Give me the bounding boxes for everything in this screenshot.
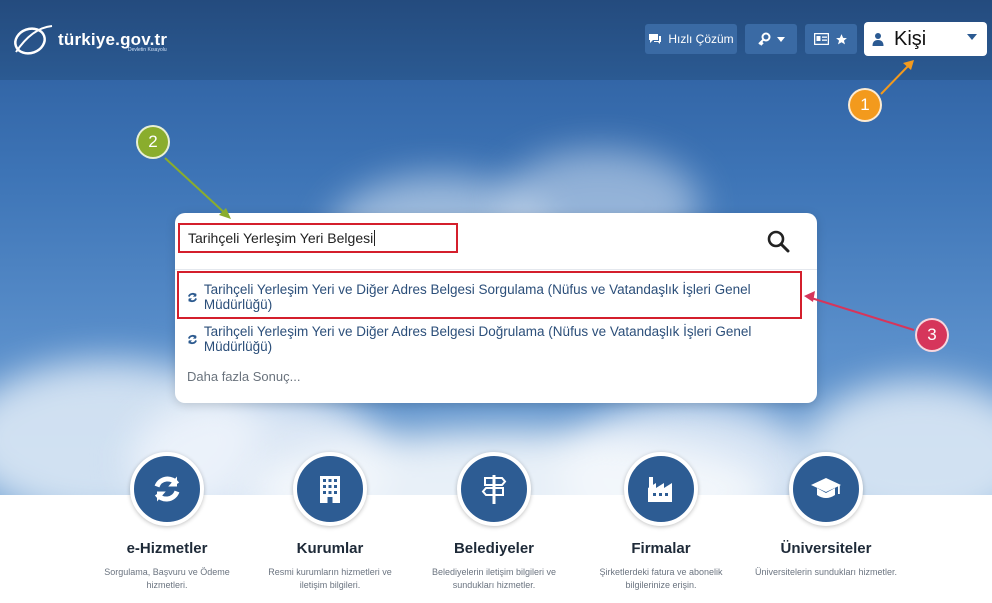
top-bar: türkiye.gov.tr Devletin Kısayolu Hızlı Ç… xyxy=(0,0,992,80)
category-icon-circle xyxy=(457,452,531,526)
category-e-services[interactable]: e-Hizmetler Sorgulama, Başvuru ve Ödeme … xyxy=(82,452,252,592)
id-card-favorites-button[interactable] xyxy=(805,24,857,54)
annotation-marker-3: 3 xyxy=(915,318,949,352)
category-universities[interactable]: Üniversiteler Üniversitelerin sundukları… xyxy=(741,452,911,579)
category-icon-circle xyxy=(789,452,863,526)
search-result-label: Tarihçeli Yerleşim Yeri ve Diğer Adres B… xyxy=(203,282,751,312)
user-label: Kişi xyxy=(894,27,927,50)
search-query-text: Tarihçeli Yerleşim Yeri Belgesi xyxy=(188,230,374,246)
category-description: Resmi kurumların hizmetleri ve iletişim … xyxy=(268,567,392,590)
building-icon xyxy=(320,476,340,503)
category-icon-circle xyxy=(130,452,204,526)
category-municipalities[interactable]: Belediyeler Belediyelerin iletişim bilgi… xyxy=(409,452,579,592)
quick-solution-button[interactable]: Hızlı Çözüm xyxy=(645,24,737,54)
category-title: Kurumlar xyxy=(296,540,364,557)
refresh-icon xyxy=(187,292,197,302)
login-key-button[interactable] xyxy=(745,24,797,54)
key-icon xyxy=(758,32,771,46)
search-icon[interactable] xyxy=(766,229,790,253)
category-icon-circle xyxy=(293,452,367,526)
user-icon xyxy=(872,33,884,46)
logo-swoosh-icon xyxy=(14,25,53,55)
search-result-item[interactable]: Tarihçeli Yerleşim Yeri ve Diğer Adres B… xyxy=(187,324,817,354)
category-description: Sorgulama, Başvuru ve Ödeme hizmetleri. xyxy=(104,567,230,590)
graduation-cap-icon xyxy=(811,478,841,498)
chat-bubble-icon xyxy=(649,34,662,44)
divider xyxy=(175,269,817,270)
signpost-icon xyxy=(481,475,507,504)
category-title: Firmalar xyxy=(631,540,691,557)
category-companies[interactable]: Firmalar Şirketlerdeki fatura ve aboneli… xyxy=(576,452,746,592)
star-icon xyxy=(836,33,847,44)
user-menu-dropdown[interactable]: Kişi xyxy=(864,22,987,56)
category-title: e-Hizmetler xyxy=(126,540,208,557)
factory-icon xyxy=(648,477,672,502)
logo-tagline: Devletin Kısayolu xyxy=(128,47,167,53)
category-icon-circle xyxy=(624,452,698,526)
more-results-link[interactable]: Daha fazla Sonuç... xyxy=(187,369,300,384)
category-institutions[interactable]: Kurumlar Resmi kurumların hizmetleri ve … xyxy=(245,452,415,592)
quick-solution-label: Hızlı Çözüm xyxy=(668,32,734,46)
chevron-down-icon xyxy=(777,36,785,42)
category-description: Şirketlerdeki fatura ve abonelik bilgile… xyxy=(599,567,723,590)
annotation-marker-2: 2 xyxy=(136,125,170,159)
refresh-icon xyxy=(154,476,180,502)
search-input[interactable]: Tarihçeli Yerleşim Yeri Belgesi xyxy=(178,223,458,253)
category-title: Üniversiteler xyxy=(780,540,872,557)
category-description: Belediyelerin iletişim bilgileri ve sund… xyxy=(431,567,557,590)
refresh-icon xyxy=(187,334,197,344)
chevron-down-icon xyxy=(967,34,977,40)
category-description: Üniversitelerin sundukları hizmetler. xyxy=(754,567,898,577)
search-panel: Tarihçeli Yerleşim Yeri Belgesi Tarihçel… xyxy=(175,213,817,403)
id-card-icon xyxy=(814,33,829,45)
search-result-item[interactable]: Tarihçeli Yerleşim Yeri ve Diğer Adres B… xyxy=(187,282,817,312)
annotation-marker-1: 1 xyxy=(848,88,882,122)
search-result-label: Tarihçeli Yerleşim Yeri ve Diğer Adres B… xyxy=(203,324,752,354)
category-title: Belediyeler xyxy=(453,540,535,557)
text-cursor xyxy=(374,230,376,246)
